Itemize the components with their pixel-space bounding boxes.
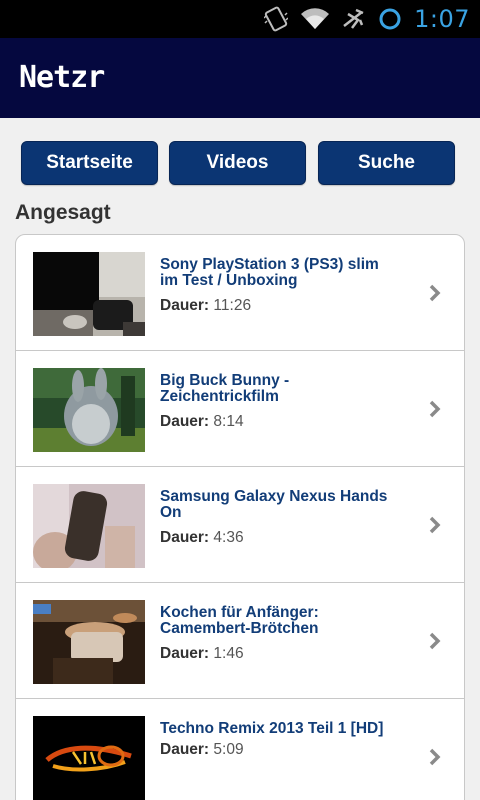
duration-value: 8:14 (213, 413, 244, 430)
clock: 1:07 (414, 5, 470, 33)
video-item[interactable]: Sony PlayStation 3 (PS3) slim im Test / … (16, 235, 464, 351)
app-title: Netzr (19, 60, 105, 95)
video-title: Samsung Galaxy Nexus Hands On (160, 488, 388, 521)
video-item[interactable]: Big Buck Bunny - Zeichentrickfilm Dauer:… (16, 351, 464, 467)
video-title: Big Buck Bunny - Zeichentrickfilm (160, 372, 290, 405)
duration-label: Dauer: (160, 297, 210, 314)
status-bar: 1:07 (0, 0, 480, 38)
video-duration: Dauer: 8:14 (160, 413, 244, 431)
video-list: Sony PlayStation 3 (PS3) slim im Test / … (15, 234, 465, 800)
chevron-right-icon (429, 284, 441, 302)
video-item[interactable]: Kochen für Anfänger: Camembert-Brötchen … (16, 583, 464, 699)
video-duration: Dauer: 4:36 (160, 529, 244, 547)
video-duration: Dauer: 1:46 (160, 645, 244, 663)
chevron-right-icon (429, 632, 441, 650)
wifi-icon (300, 8, 330, 30)
chevron-right-icon (429, 516, 441, 534)
video-title: Kochen für Anfänger: Camembert-Brötchen (160, 604, 319, 637)
duration-label: Dauer: (160, 413, 210, 430)
duration-value: 11:26 (213, 297, 252, 314)
chevron-right-icon (429, 400, 441, 418)
home-button[interactable]: Startseite (21, 141, 158, 185)
airplane-mode-icon (342, 8, 366, 30)
duration-label: Dauer: (160, 741, 210, 758)
duration-value: 4:36 (213, 529, 244, 546)
duration-label: Dauer: (160, 645, 210, 662)
video-thumbnail (33, 716, 145, 800)
duration-value: 5:09 (213, 741, 244, 758)
app-bar: Netzr (0, 38, 480, 118)
video-title: Sony PlayStation 3 (PS3) slim im Test / … (160, 256, 379, 289)
video-item[interactable]: Samsung Galaxy Nexus Hands On Dauer: 4:3… (16, 467, 464, 583)
video-thumbnail (33, 252, 145, 336)
vibrate-icon (264, 6, 289, 32)
video-item[interactable]: Techno Remix 2013 Teil 1 [HD] Dauer: 5:0… (16, 699, 464, 800)
search-button[interactable]: Suche (318, 141, 455, 185)
video-duration: Dauer: 11:26 (160, 297, 251, 315)
video-thumbnail (33, 600, 145, 684)
video-thumbnail (33, 484, 145, 568)
sync-icon (378, 7, 402, 31)
video-thumbnail (33, 368, 145, 452)
video-duration: Dauer: 5:09 (160, 741, 244, 759)
chevron-right-icon (429, 748, 441, 766)
video-title: Techno Remix 2013 Teil 1 [HD] (160, 720, 384, 737)
duration-value: 1:46 (213, 645, 244, 662)
section-title: Angesagt (15, 201, 111, 224)
duration-label: Dauer: (160, 529, 210, 546)
videos-button[interactable]: Videos (169, 141, 306, 185)
